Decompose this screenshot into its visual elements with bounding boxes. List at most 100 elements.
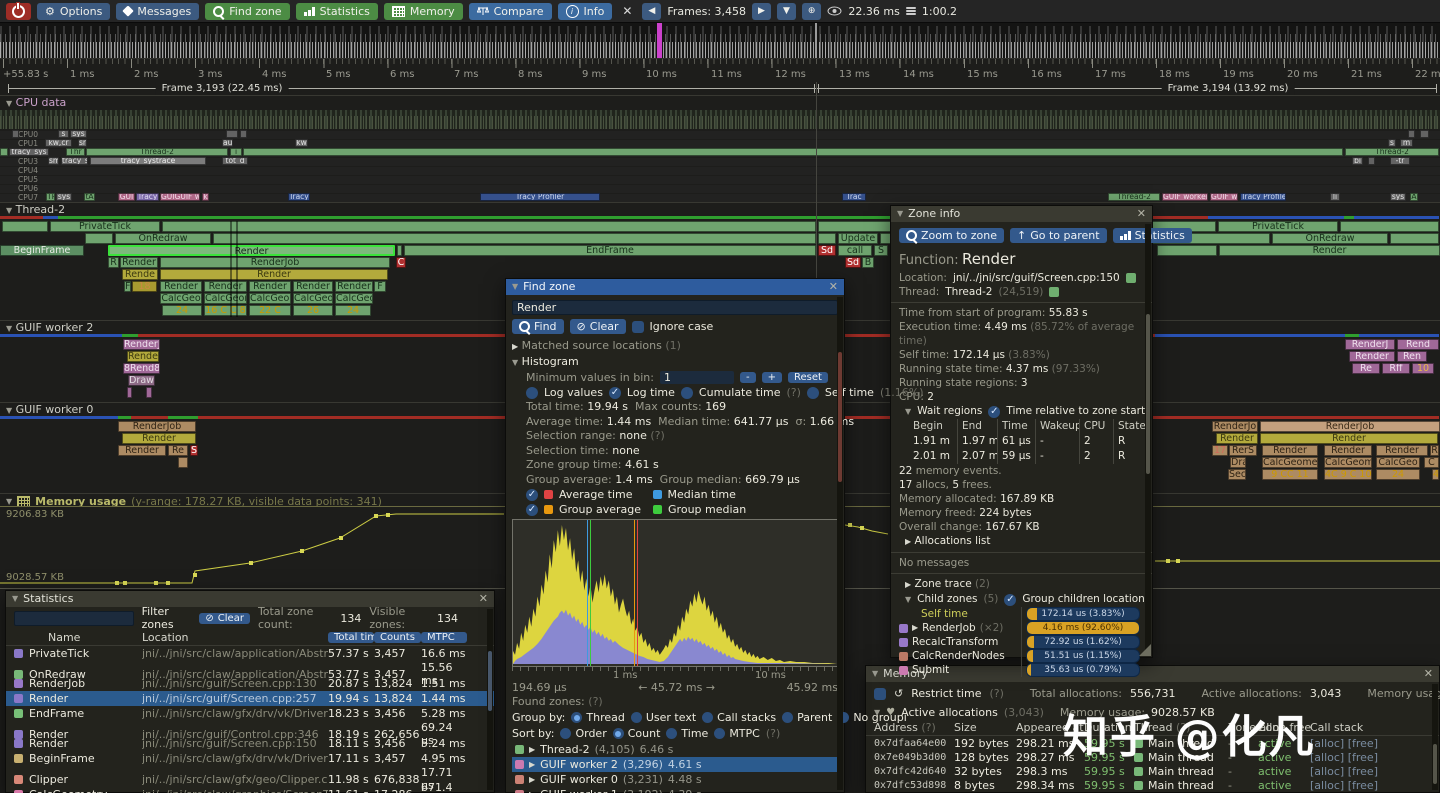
scrollbar-thumb[interactable] xyxy=(1433,744,1437,784)
timeline-zone[interactable] xyxy=(397,245,402,256)
timeline-zone[interactable]: RenderJo xyxy=(1212,421,1258,432)
timeline-zone[interactable]: Update xyxy=(838,233,878,244)
timeline-zone[interactable]: CalcGeo xyxy=(293,293,333,304)
call-stack-links[interactable]: [alloc] [free] xyxy=(1310,751,1431,764)
timeline-zone[interactable]: CalcGeome xyxy=(204,293,247,304)
timeline-zone[interactable] xyxy=(818,233,836,244)
timeline-zone[interactable]: Render xyxy=(120,257,158,268)
scrollbar-thumb[interactable] xyxy=(488,651,492,711)
timeline-zone[interactable]: Render xyxy=(249,281,291,292)
cpu-zone[interactable]: sr xyxy=(78,139,87,147)
timeline-zone[interactable]: 4C 9 C 10 xyxy=(1324,469,1372,480)
scrollbar-thumb[interactable] xyxy=(1146,314,1150,474)
log-time-checkbox[interactable] xyxy=(609,387,621,399)
scrollbar[interactable] xyxy=(487,609,493,790)
statistics-row[interactable]: Render jni/../jni/src/guif/Screen.cpp:15… xyxy=(6,736,494,751)
timeline-zone[interactable]: 26 xyxy=(293,305,333,316)
min-bin-input[interactable]: 1 xyxy=(660,371,734,384)
scrollbar[interactable] xyxy=(837,297,843,790)
timeline-zone[interactable] xyxy=(1340,221,1439,232)
sort-by-option[interactable]: Time xyxy=(666,726,708,741)
cpu-zone[interactable]: sm xyxy=(48,157,59,165)
plus-button[interactable]: + xyxy=(762,372,782,383)
power-button[interactable] xyxy=(6,3,31,20)
cpu-zone[interactable]: GUIF worker 2 xyxy=(1162,193,1208,201)
cpu-zone[interactable] xyxy=(226,130,238,138)
timeline-zone[interactable]: CalcGeo xyxy=(335,293,373,304)
time-relative-checkbox[interactable] xyxy=(988,406,1000,418)
thread-name[interactable]: Thread-2 xyxy=(945,285,992,300)
clear-filter-button[interactable]: ⊘Clear xyxy=(199,613,250,624)
frame-label-3193[interactable]: Frame 3,193 (22.45 ms) xyxy=(156,82,289,95)
go-to-parent-button[interactable]: ↑Go to parent xyxy=(1010,228,1107,243)
filter-input[interactable] xyxy=(14,611,134,626)
timeline-zone[interactable]: PrivateTick xyxy=(1218,221,1338,232)
timeline-zone[interactable]: 8Rend8 xyxy=(123,363,160,374)
timeline-zone[interactable]: 18 xyxy=(132,281,157,292)
timeline-zone[interactable]: BeginFrame xyxy=(0,245,84,256)
statistics-row[interactable]: RenderJob jni/../jni/src/guif/Screen.cpp… xyxy=(6,676,494,691)
cpu-zone[interactable]: tA xyxy=(84,193,95,201)
timeline-zone[interactable]: C xyxy=(1424,457,1439,468)
timeline-zone[interactable]: 24 xyxy=(162,305,202,316)
close-icon[interactable]: ✕ xyxy=(1424,666,1433,682)
cpu-zone[interactable]: Tracy Profiler xyxy=(480,193,600,201)
cpu-zone[interactable]: tracy_syst xyxy=(61,157,88,165)
cpu-zone[interactable]: GUI xyxy=(118,193,135,201)
crosshair-button[interactable]: ⊕ xyxy=(802,3,822,20)
timeline-zone[interactable] xyxy=(127,387,132,398)
timeline-zone[interactable]: CalcGeor xyxy=(249,293,291,304)
cpu-zone[interactable]: Trac xyxy=(842,193,866,201)
group-by-option[interactable]: No groupi xyxy=(838,710,906,725)
find-zone-histogram[interactable] xyxy=(512,519,838,667)
timeline-zone[interactable]: Re xyxy=(168,445,188,456)
timeline-zone[interactable]: Sd xyxy=(845,257,861,268)
wait-regions-label[interactable]: Wait regions xyxy=(917,404,982,419)
timeline-zone[interactable]: CalcGeome xyxy=(1262,457,1318,468)
cpu-zone[interactable]: -tr xyxy=(1390,157,1410,165)
statistics-button[interactable]: Statistics xyxy=(296,3,378,20)
timeline-zone[interactable]: B xyxy=(862,257,874,268)
matched-locations-row[interactable]: ▶ Matched source locations (1) xyxy=(512,339,838,355)
group-children-checkbox[interactable] xyxy=(1004,594,1016,606)
cpu-zone[interactable] xyxy=(0,148,8,156)
column-total-time[interactable]: Total tim xyxy=(328,632,374,643)
average-time-checkbox[interactable] xyxy=(526,489,538,501)
sort-by-option[interactable]: Count xyxy=(613,726,661,741)
cpu-data-header[interactable]: ▼ CPU data xyxy=(6,97,66,110)
timeline-zone[interactable]: Render xyxy=(1262,445,1318,456)
timeline-zone[interactable]: F xyxy=(124,281,131,292)
timeline-zone[interactable]: C xyxy=(396,257,406,268)
found-zone-group-row[interactable]: ▶ GUIF worker 2 (3,296) 4.61 s xyxy=(512,757,838,772)
zone-location[interactable]: jni/../jni/src/guif/Screen.cpp:150 xyxy=(953,271,1120,286)
statistics-row[interactable]: BeginFrame jni/../jni/src/claw/gfx/drv/v… xyxy=(6,751,494,766)
zone-trace-row[interactable]: ▶ Zone trace (2) xyxy=(899,577,1144,592)
timeline-zone[interactable]: 22 C xyxy=(249,305,291,316)
scrollbar[interactable] xyxy=(1432,684,1438,790)
timeline-zone[interactable] xyxy=(213,233,816,244)
timeline-zone[interactable]: 17 xyxy=(1212,445,1228,456)
found-zone-group-row[interactable]: ▶ GUIF worker 1 (3,192) 4.39 s xyxy=(512,787,838,793)
cpu-zone[interactable]: sys xyxy=(56,193,72,201)
cpu-zone[interactable]: tracy_sys xyxy=(9,148,49,156)
statistics-row[interactable]: OnRedraw jni/../jni/src/claw/application… xyxy=(6,661,494,676)
cpu-zone[interactable]: au xyxy=(222,139,233,147)
self-time-checkbox[interactable] xyxy=(807,387,819,399)
timeline-zone[interactable]: RenderJob xyxy=(118,421,196,432)
timeline-zone[interactable]: Re xyxy=(1352,363,1380,374)
timeline-zone[interactable]: CalcGeo xyxy=(160,293,202,304)
close-icon[interactable]: ✕ xyxy=(1137,206,1146,222)
cpu-zone[interactable]: s xyxy=(1388,139,1396,147)
cpu-zone[interactable]: bi xyxy=(1352,157,1363,165)
timeline-zone[interactable] xyxy=(85,233,113,244)
options-button[interactable]: ⚙Options xyxy=(37,3,110,20)
clear-button[interactable]: ⊘Clear xyxy=(570,319,626,334)
timeline-zone[interactable] xyxy=(146,387,152,398)
find-zone-button[interactable]: Find zone xyxy=(205,3,289,20)
frame-labels-row[interactable]: Frame 3,193 (22.45 ms) Frame 3,194 (13.9… xyxy=(0,82,1440,95)
cpu-zone[interactable]: sys xyxy=(1390,193,1406,201)
timeline-zone[interactable]: 16 C C 8 xyxy=(204,305,247,316)
timeline-zone[interactable]: Render xyxy=(204,281,247,292)
ignore-case-checkbox[interactable] xyxy=(632,321,644,333)
timeline-zone[interactable]: S xyxy=(874,245,888,256)
